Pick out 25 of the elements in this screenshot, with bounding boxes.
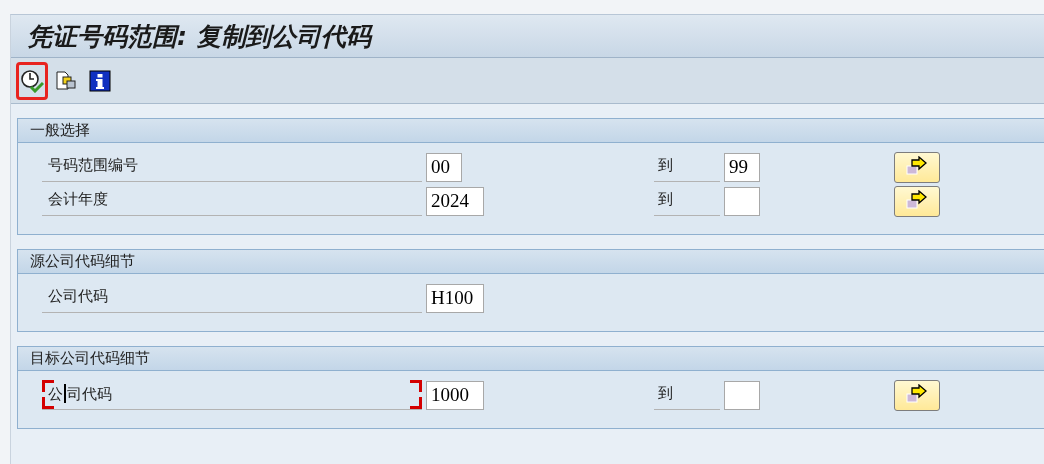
- input-field[interactable]: 1000: [426, 380, 484, 410]
- input-field[interactable]: [724, 186, 760, 216]
- multiple-selection-button[interactable]: [894, 185, 940, 217]
- input-field[interactable]: H100: [426, 283, 484, 313]
- info-icon: [89, 69, 111, 92]
- clock-check-icon: [20, 68, 44, 93]
- field-label: 公司代码: [42, 283, 422, 313]
- input-field[interactable]: [724, 380, 760, 410]
- field-label: 到: [654, 380, 720, 410]
- group-title: 源公司代码细节: [18, 250, 1044, 274]
- group-title: 一般选择: [18, 119, 1044, 143]
- multiple-selection-button[interactable]: [894, 379, 940, 411]
- field-label: 到: [654, 152, 720, 182]
- execute-button[interactable]: [16, 61, 48, 100]
- window-title: 凭证号码范围: 复制到公司代码: [27, 20, 371, 53]
- field-label: 到: [654, 186, 720, 216]
- field-label: 会计年度: [42, 186, 422, 216]
- multiple-selection-button[interactable]: [894, 151, 940, 183]
- field-label: 公司代码: [42, 380, 422, 410]
- field-label: 号码范围编号: [42, 152, 422, 182]
- group-title: 目标公司代码细节: [18, 347, 1044, 371]
- copy-icon: [55, 69, 77, 92]
- input-field[interactable]: 2024: [426, 186, 484, 216]
- input-field[interactable]: 99: [724, 152, 760, 182]
- input-field[interactable]: 00: [426, 152, 462, 182]
